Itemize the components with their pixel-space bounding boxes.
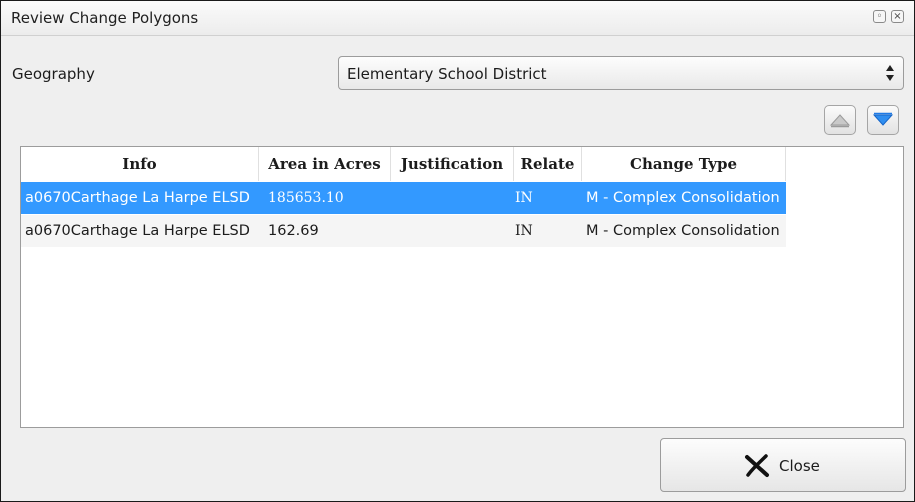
change-polygons-table: Info Area in Acres Justification Relate …: [20, 146, 904, 428]
close-button[interactable]: Close: [660, 438, 906, 492]
window-title: Review Change Polygons: [11, 9, 199, 27]
review-change-polygons-dialog: Review Change Polygons ◦ × Geography Ele…: [0, 0, 915, 502]
column-header-justification[interactable]: Justification: [391, 147, 514, 181]
close-icon[interactable]: ×: [891, 10, 904, 23]
geography-select[interactable]: Elementary School District: [338, 56, 904, 90]
triangle-down-icon: [873, 112, 893, 126]
cell-area: 162.69: [268, 223, 319, 239]
column-header-area[interactable]: Area in Acres: [259, 147, 391, 181]
x-icon: [745, 454, 769, 477]
cell-area: 185653.10: [268, 190, 344, 206]
title-bar: Review Change Polygons ◦ ×: [1, 1, 914, 36]
cell-info: a0670Carthage La Harpe ELSD: [25, 223, 250, 239]
table-row[interactable]: a0670Carthage La Harpe ELSD 162.69 IN M …: [21, 215, 786, 247]
triangle-up-icon: [830, 114, 850, 128]
column-header-change-type[interactable]: Change Type: [582, 147, 786, 181]
column-header-relate[interactable]: Relate: [514, 147, 582, 181]
column-header-info[interactable]: Info: [21, 147, 259, 181]
cell-relate: IN: [515, 190, 533, 206]
cell-relate: IN: [515, 223, 533, 239]
restore-icon[interactable]: ◦: [873, 10, 886, 23]
move-up-button[interactable]: [824, 105, 856, 135]
close-button-label: Close: [779, 457, 820, 475]
cell-info: a0670Carthage La Harpe ELSD: [25, 190, 250, 206]
geography-label: Geography: [12, 65, 95, 83]
move-down-button[interactable]: [867, 105, 899, 135]
cell-change-type: M - Complex Consolidation: [586, 190, 780, 206]
table-header: Info Area in Acres Justification Relate …: [21, 147, 903, 181]
updown-arrows-icon: [886, 65, 894, 81]
cell-change-type: M - Complex Consolidation: [586, 223, 780, 239]
table-row[interactable]: a0670Carthage La Harpe ELSD 185653.10 IN…: [21, 182, 786, 214]
geography-selected-value: Elementary School District: [347, 65, 547, 83]
